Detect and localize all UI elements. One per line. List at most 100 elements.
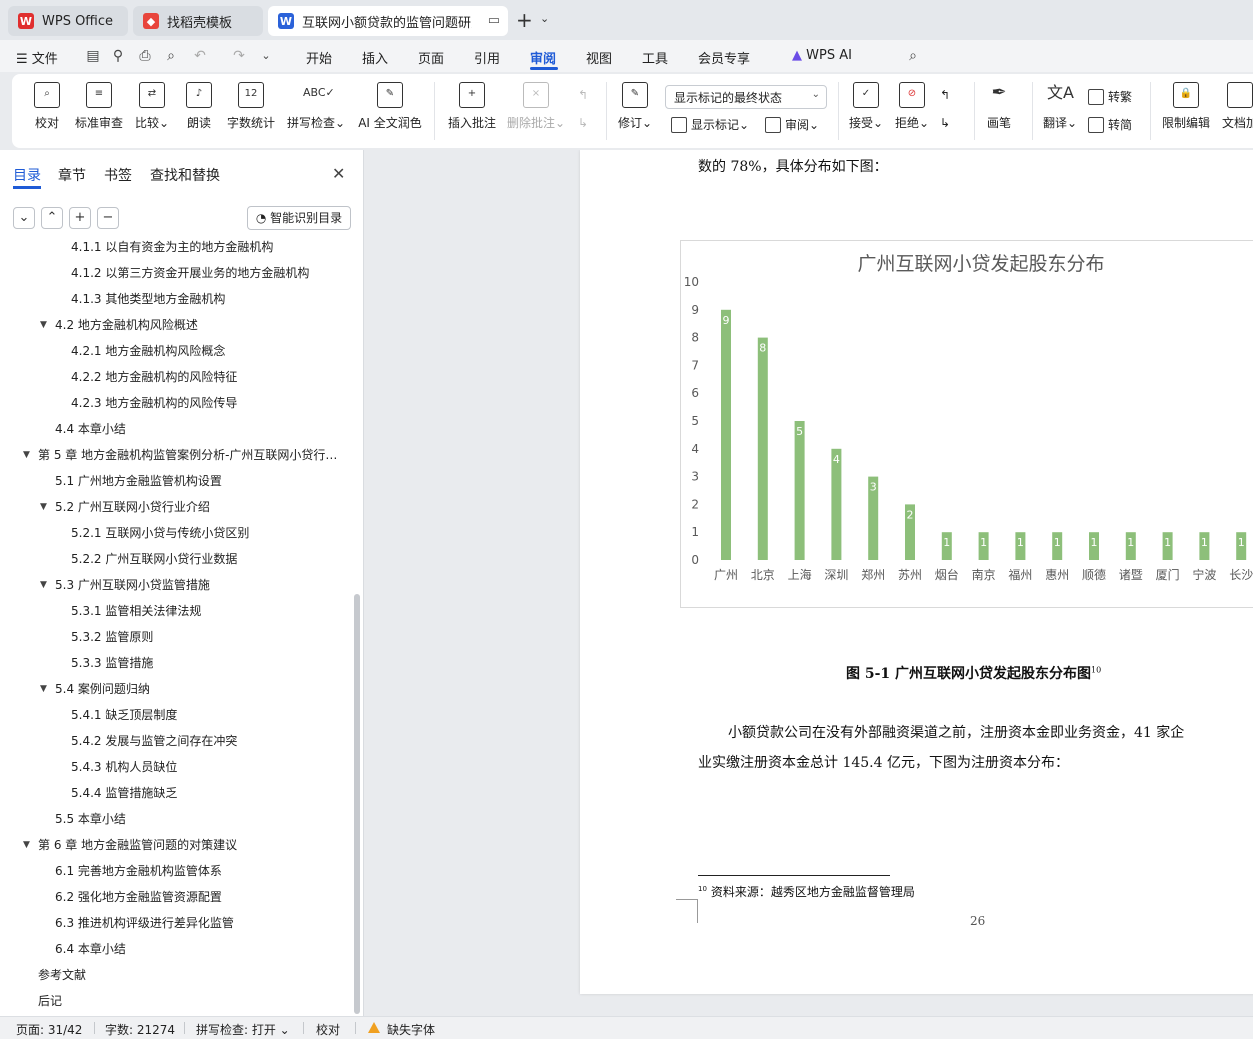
smart-toc-button[interactable]: ◔ 智能识别目录: [247, 206, 351, 230]
toc-item[interactable]: 4.2.1 地方金融机构风险概念: [71, 340, 340, 362]
redo-icon[interactable]: ↷: [231, 48, 247, 64]
chevron-up-icon[interactable]: ⌃: [41, 207, 63, 229]
page-indicator[interactable]: 页面: 31/42: [16, 1021, 82, 1038]
nav-tab-bookmarks[interactable]: 书签: [104, 165, 132, 185]
word-count-button[interactable]: 12 字数统计: [226, 82, 276, 131]
proof-status[interactable]: 校对: [316, 1021, 340, 1038]
menu-references[interactable]: 引用: [474, 48, 500, 67]
expand-arrow-icon[interactable]: ▼: [40, 678, 47, 700]
plus-icon[interactable]: +: [69, 207, 91, 229]
toc-item[interactable]: 5.3.3 监管措施: [71, 652, 340, 674]
print-icon[interactable]: ⎙: [137, 48, 153, 64]
expand-arrow-icon[interactable]: ▼: [40, 574, 47, 596]
menu-page[interactable]: 页面: [418, 48, 444, 67]
chart-container[interactable]: 广州互联网小贷发起股东分布 0 1 2 3 4 5 6 7 8 9 10 9 广州 8 北京 5 上海 4 深圳 3 郑…: [680, 240, 1253, 608]
toc-item[interactable]: 4.2.3 地方金融机构的风险传导: [71, 392, 340, 414]
standard-review-button[interactable]: ≡ 标准审查: [74, 82, 124, 131]
toc-item[interactable]: 6.2 强化地方金融监管资源配置: [55, 886, 340, 908]
toc-item[interactable]: 4.1.2 以第三方资金开展业务的地方金融机构: [71, 262, 340, 284]
save-icon[interactable]: ▤: [85, 48, 101, 64]
undo-icon[interactable]: ↶: [192, 48, 208, 64]
restrict-edit-button[interactable]: 🔒 限制编辑: [1160, 82, 1212, 131]
toc-item[interactable]: 4.2 地方金融机构风险概述: [55, 314, 340, 336]
reject-button[interactable]: ⊘ 拒绝⌄: [894, 82, 930, 131]
expand-arrow-icon[interactable]: ▼: [23, 834, 30, 856]
tab-docer-templates[interactable]: ◆ 找稻壳模板: [133, 6, 263, 36]
menu-home[interactable]: 开始: [306, 48, 332, 67]
close-icon[interactable]: ✕: [332, 164, 345, 183]
screen-icon[interactable]: ▭: [488, 13, 500, 28]
nav-tab-chapters[interactable]: 章节: [58, 165, 86, 185]
toc-item[interactable]: 5.5 本章小结: [55, 808, 340, 830]
spell-check-status[interactable]: 拼写检查: 打开 ⌄: [196, 1021, 290, 1038]
toc-scrollbar[interactable]: [354, 594, 360, 1014]
menu-review[interactable]: 审阅: [530, 48, 556, 67]
toc-item[interactable]: 4.1.3 其他类型地方金融机构: [71, 288, 340, 310]
expand-arrow-icon[interactable]: ▼: [40, 314, 47, 336]
toc-item[interactable]: 第 6 章 地方金融监管问题的对策建议: [38, 834, 340, 856]
missing-font-status[interactable]: 缺失字体: [387, 1021, 435, 1038]
expand-arrow-icon[interactable]: ▼: [40, 496, 47, 518]
menu-view[interactable]: 视图: [586, 48, 612, 67]
delete-comment-button[interactable]: × 删除批注⌄: [506, 82, 566, 131]
file-menu[interactable]: ☰ 文件: [16, 48, 58, 67]
toc-item[interactable]: 参考文献: [38, 964, 340, 986]
toc-item[interactable]: 5.3.1 监管相关法律法规: [71, 600, 340, 622]
review-pane-button[interactable]: 审阅 ⌄: [765, 116, 819, 133]
toc-item[interactable]: 4.2.2 地方金融机构的风险特征: [71, 366, 340, 388]
document-protect-button[interactable]: 文档加: [1220, 82, 1253, 131]
accept-button[interactable]: ✓ 接受⌄: [848, 82, 884, 131]
toc-item[interactable]: 5.2.2 广州互联网小贷行业数据: [71, 548, 340, 570]
toc-item[interactable]: 5.3.2 监管原则: [71, 626, 340, 648]
nav-tab-toc[interactable]: 目录: [13, 165, 41, 185]
document-page[interactable]: 数的 78%，具体分布如下图： 广州互联网小贷发起股东分布 0123456789…: [580, 150, 1253, 994]
share-icon[interactable]: ⚲: [110, 48, 126, 64]
toc-item[interactable]: 5.1 广州地方金融监管机构设置: [55, 470, 340, 492]
chevron-down-icon[interactable]: ⌄: [540, 12, 549, 25]
minus-icon[interactable]: −: [97, 207, 119, 229]
compare-button[interactable]: ⇄ 比较⌄: [134, 82, 170, 131]
tab-document[interactable]: W 互联网小额贷款的监管问题研究 ▭: [268, 6, 508, 36]
toc-item[interactable]: 5.4.2 发展与监管之间存在冲突: [71, 730, 340, 752]
toc-item[interactable]: 后记: [38, 990, 340, 1012]
chevron-down-icon[interactable]: ⌄: [258, 48, 274, 64]
chevron-down-icon[interactable]: ⌄: [13, 207, 35, 229]
expand-arrow-icon[interactable]: ▼: [23, 444, 30, 466]
previous-change-icon[interactable]: ↰: [940, 88, 950, 102]
to-traditional-button[interactable]: 转繁: [1088, 88, 1132, 105]
menu-tools[interactable]: 工具: [642, 48, 668, 67]
ai-polish-button[interactable]: ✎ AI 全文润色: [356, 82, 424, 131]
toc-item[interactable]: 5.4.1 缺乏顶层制度: [71, 704, 340, 726]
spell-check-button[interactable]: ABC✓ 拼写检查⌄: [286, 82, 346, 131]
toc-item[interactable]: 6.3 推进机构评级进行差异化监管: [55, 912, 340, 934]
toc-item[interactable]: 6.1 完善地方金融机构监管体系: [55, 860, 340, 882]
toc-item[interactable]: 4.4 本章小结: [55, 418, 340, 440]
print-preview-icon[interactable]: ⌕: [163, 48, 179, 64]
read-aloud-button[interactable]: ♪ 朗读: [184, 82, 214, 131]
new-tab-icon[interactable]: +: [516, 8, 533, 32]
pen-button[interactable]: ✒ 画笔: [984, 82, 1014, 131]
toc-item[interactable]: 5.3 广州互联网小贷监管措施: [55, 574, 340, 596]
show-markup-button[interactable]: 显示标记 ⌄: [671, 116, 749, 133]
toc-item[interactable]: 6.4 本章小结: [55, 938, 340, 960]
menu-member[interactable]: 会员专享: [698, 48, 750, 67]
word-count-status[interactable]: 字数: 21274: [105, 1021, 175, 1038]
toc-item[interactable]: 5.4.4 监管措施缺乏: [71, 782, 340, 804]
menu-insert[interactable]: 插入: [362, 48, 388, 67]
toc-item[interactable]: 5.2 广州互联网小贷行业介绍: [55, 496, 340, 518]
toc-item[interactable]: 4.1.1 以自有资金为主的地方金融机构: [71, 238, 340, 258]
toc-item[interactable]: 5.4.3 机构人员缺位: [71, 756, 340, 778]
search-icon[interactable]: ⌕: [905, 48, 921, 64]
toc-item[interactable]: 5.2.1 互联网小贷与传统小贷区别: [71, 522, 340, 544]
toc-item[interactable]: 第 5 章 地方金融机构监管案例分析-广州互联网小贷行 ...: [38, 444, 340, 466]
next-comment-icon[interactable]: ↳: [578, 116, 588, 130]
to-simplified-button[interactable]: 转简: [1088, 116, 1132, 133]
previous-comment-icon[interactable]: ↰: [578, 88, 588, 102]
translate-button[interactable]: 文A 翻译⌄: [1042, 82, 1078, 131]
toc-item[interactable]: 5.4 案例问题归纳: [55, 678, 340, 700]
next-change-icon[interactable]: ↳: [940, 116, 950, 130]
menu-wps-ai[interactable]: ▲ WPS AI: [792, 48, 852, 63]
insert-comment-button[interactable]: + 插入批注: [446, 82, 498, 131]
tab-wps-office[interactable]: W WPS Office: [8, 6, 128, 36]
nav-tab-find-replace[interactable]: 查找和替换: [150, 165, 220, 185]
